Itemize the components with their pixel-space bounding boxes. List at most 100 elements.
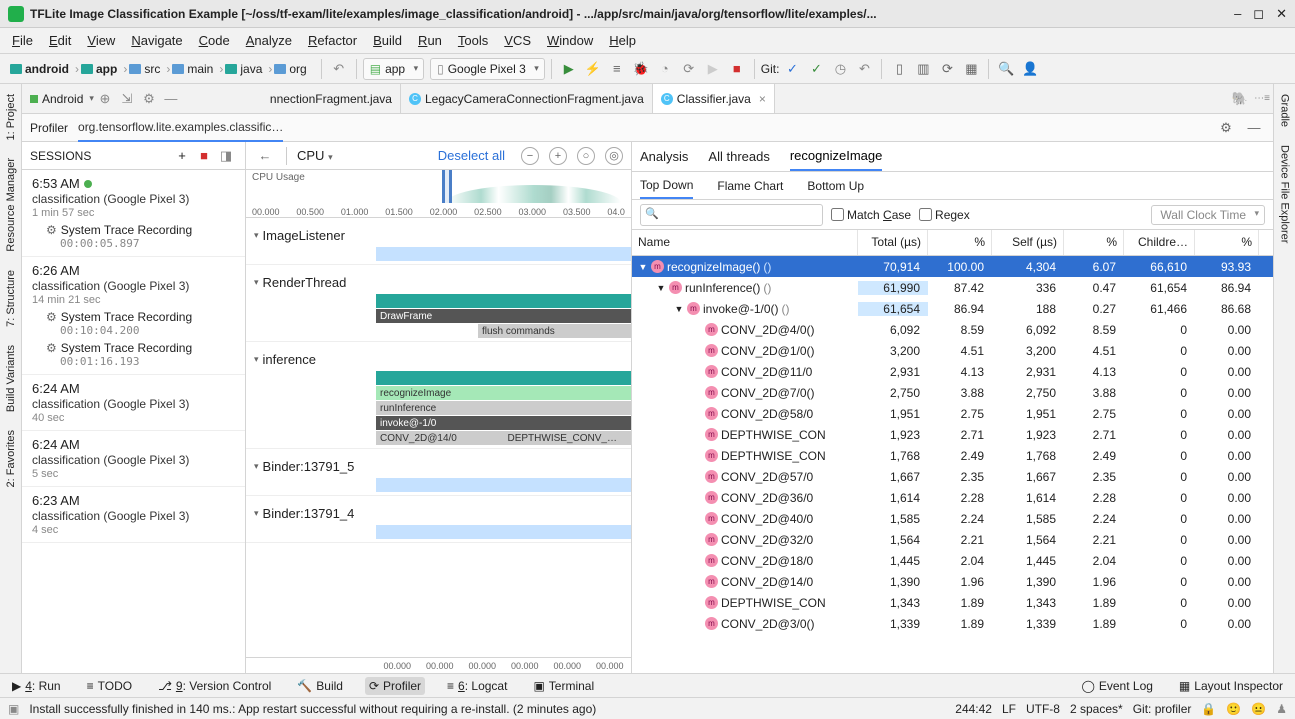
table-column-header[interactable]: Name xyxy=(632,230,858,255)
zoom-fit-icon[interactable]: ◎ xyxy=(605,147,623,165)
breadcrumb-item[interactable]: java xyxy=(221,60,270,78)
editor-tab[interactable]: nnectionFragment.java xyxy=(262,84,401,113)
tab-close-icon[interactable]: × xyxy=(759,92,766,106)
table-row[interactable]: mCONV_2D@57/01,6672.351,6672.3500.00 xyxy=(632,466,1273,487)
hide-icon[interactable]: — xyxy=(160,88,182,110)
bottom-tool-todo[interactable]: ≡TODO xyxy=(83,677,136,695)
status-caret-pos[interactable]: 244:42 xyxy=(955,702,992,716)
tool-tab----project[interactable]: 1: Project xyxy=(3,88,19,146)
tool-tab----structure[interactable]: 7: Structure xyxy=(3,264,19,333)
table-row[interactable]: mDEPTHWISE_CON1,7682.491,7682.4900.00 xyxy=(632,445,1273,466)
expand-icon[interactable]: ⇲ xyxy=(116,88,138,110)
analysis-search-input[interactable] xyxy=(640,204,823,226)
git-update-icon[interactable]: ✓ xyxy=(781,58,803,80)
bottom-tool-run[interactable]: ▶4: Run xyxy=(8,677,65,695)
stop-icon[interactable]: ■ xyxy=(726,58,748,80)
menu-help[interactable]: Help xyxy=(603,31,642,50)
table-row[interactable]: mCONV_2D@32/01,5642.211,5642.2100.00 xyxy=(632,529,1273,550)
minimize-icon[interactable]: – xyxy=(1234,6,1241,22)
debug-icon[interactable]: 🐞 xyxy=(630,58,652,80)
device-combo[interactable]: ▯Google Pixel 3 xyxy=(430,58,545,80)
table-row[interactable]: mCONV_2D@40/01,5852.241,5852.2400.00 xyxy=(632,508,1273,529)
apply-changes-icon[interactable]: ⚡ xyxy=(582,58,604,80)
breadcrumb-item[interactable]: android xyxy=(6,60,77,78)
thread-row[interactable]: ▾ Binder:13791_4 xyxy=(246,496,631,543)
analysis-table-body[interactable]: ▼mrecognizeImage() ()70,914100.004,3046.… xyxy=(632,256,1273,673)
menu-file[interactable]: File xyxy=(6,31,39,50)
table-column-header[interactable]: % xyxy=(1064,230,1124,255)
tab-animal-icon[interactable]: 🐘 xyxy=(1229,88,1251,110)
search-icon[interactable]: 🔍 xyxy=(995,58,1017,80)
session-layout-icon[interactable]: ◨ xyxy=(215,145,237,167)
profile-icon[interactable]: ◔ xyxy=(654,58,676,80)
session-item[interactable]: 6:24 AMclassification (Google Pixel 3)5 … xyxy=(22,431,245,487)
gear-icon[interactable]: ⚙ xyxy=(138,88,160,110)
coverage-icon[interactable]: ≡ xyxy=(606,58,628,80)
table-column-header[interactable]: Childre… xyxy=(1124,230,1195,255)
sdk-icon[interactable]: ▥ xyxy=(912,58,934,80)
menu-build[interactable]: Build xyxy=(367,31,408,50)
git-history-icon[interactable]: ◷ xyxy=(829,58,851,80)
menu-navigate[interactable]: Navigate xyxy=(125,31,188,50)
nav-target-combo[interactable]: Android▾ xyxy=(30,92,94,106)
close-icon[interactable]: ✕ xyxy=(1276,6,1287,22)
table-row[interactable]: mDEPTHWISE_CON1,3431.891,3431.8900.00 xyxy=(632,592,1273,613)
tool-tab-build-variants[interactable]: Build Variants xyxy=(3,339,19,418)
face-neutral-icon[interactable]: 😐 xyxy=(1251,702,1266,716)
menu-window[interactable]: Window xyxy=(541,31,599,50)
layout-icon[interactable]: ▦ xyxy=(960,58,982,80)
breadcrumb-item[interactable]: org xyxy=(270,60,314,78)
tool-tab-device-file-explorer[interactable]: Device File Explorer xyxy=(1277,139,1293,249)
cpu-selection[interactable] xyxy=(442,170,452,203)
session-stop-icon[interactable]: ■ xyxy=(193,145,215,167)
session-item[interactable]: 6:26 AMclassification (Google Pixel 3)14… xyxy=(22,257,245,375)
table-row[interactable]: mCONV_2D@18/01,4452.041,4452.0400.00 xyxy=(632,550,1273,571)
menu-run[interactable]: Run xyxy=(412,31,448,50)
thread-row[interactable]: ▾ inferencerecognizeImagerunInferenceinv… xyxy=(246,342,631,449)
cpu-back-icon[interactable]: ← xyxy=(254,145,276,167)
table-row[interactable]: mCONV_2D@4/0()6,0928.596,0928.5900.00 xyxy=(632,319,1273,340)
table-row[interactable]: mCONV_2D@58/01,9512.751,9512.7500.00 xyxy=(632,403,1273,424)
session-item[interactable]: 6:23 AMclassification (Google Pixel 3)4 … xyxy=(22,487,245,543)
step-icon[interactable]: ▶ xyxy=(702,58,724,80)
table-row[interactable]: mCONV_2D@14/01,3901.961,3901.9600.00 xyxy=(632,571,1273,592)
status-charset[interactable]: UTF-8 xyxy=(1026,702,1060,716)
breadcrumb-item[interactable]: app xyxy=(77,60,125,78)
bottom-tool-layoutinspector[interactable]: ▦Layout Inspector xyxy=(1175,677,1287,695)
analysis-tab[interactable]: All threads xyxy=(708,143,769,170)
git-commit-icon[interactable]: ✓ xyxy=(805,58,827,80)
status-indent[interactable]: 2 spaces* xyxy=(1070,702,1123,716)
analysis-subtab[interactable]: Bottom Up xyxy=(807,174,864,198)
editor-tab[interactable]: CLegacyCameraConnectionFragment.java xyxy=(401,84,653,113)
session-add-icon[interactable]: + xyxy=(171,145,193,167)
status-line-sep[interactable]: LF xyxy=(1002,702,1016,716)
face-happy-icon[interactable]: 🙂 xyxy=(1226,702,1241,716)
zoom-out-icon[interactable]: − xyxy=(521,147,539,165)
table-column-header[interactable]: % xyxy=(928,230,992,255)
bottom-tool-build[interactable]: 🔨Build xyxy=(293,677,347,695)
tab-more-icon[interactable]: ⋯≡ xyxy=(1251,88,1273,110)
deselect-all-link[interactable]: Deselect all xyxy=(438,148,505,163)
threads-list[interactable]: ▾ ImageListener▾ RenderThreadDrawFramefl… xyxy=(246,218,631,657)
thread-row[interactable]: ▾ RenderThreadDrawFrameflush commands xyxy=(246,265,631,342)
table-row[interactable]: ▼mrecognizeImage() ()70,914100.004,3046.… xyxy=(632,256,1273,277)
bottom-tool-logcat[interactable]: ≡6: Logcat xyxy=(443,677,511,695)
bottom-tool-terminal[interactable]: ▣Terminal xyxy=(529,677,598,695)
table-column-header[interactable]: Self (µs) xyxy=(992,230,1064,255)
table-row[interactable]: ▼mrunInference() ()61,99087.423360.4761,… xyxy=(632,277,1273,298)
bottom-tool-profiler[interactable]: ⟳Profiler xyxy=(365,677,425,695)
menu-refactor[interactable]: Refactor xyxy=(302,31,363,50)
wall-clock-combo[interactable]: Wall Clock Time xyxy=(1151,205,1265,225)
menu-edit[interactable]: Edit xyxy=(43,31,77,50)
analysis-tab[interactable]: recognizeImage xyxy=(790,142,883,171)
breadcrumb-item[interactable]: src xyxy=(125,60,168,78)
status-toggle-icon[interactable]: ▣ xyxy=(8,702,19,716)
table-column-header[interactable]: % xyxy=(1195,230,1259,255)
back-icon[interactable]: ↶ xyxy=(328,58,350,80)
cpu-usage-chart[interactable]: CPU Usage 00.00000.50001.00001.50002.000… xyxy=(246,170,631,218)
tool-tab-gradle[interactable]: Gradle xyxy=(1277,88,1293,133)
zoom-in-icon[interactable]: + xyxy=(549,147,567,165)
session-item[interactable]: 6:53 AM classification (Google Pixel 3)1… xyxy=(22,170,245,257)
attach-icon[interactable]: ⟳ xyxy=(678,58,700,80)
zoom-reset-icon[interactable]: ○ xyxy=(577,147,595,165)
